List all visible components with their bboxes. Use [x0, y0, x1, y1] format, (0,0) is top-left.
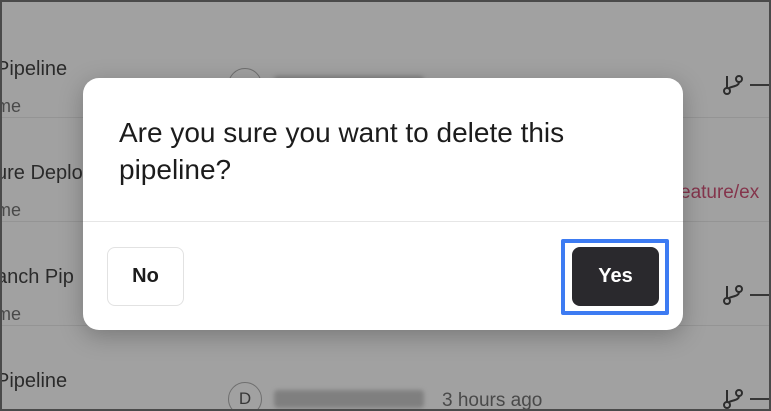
yes-button[interactable]: Yes: [572, 247, 659, 306]
dialog-title: Are you sure you want to delete this pip…: [119, 117, 565, 185]
app-frame: Pipeline me ure Deplo me eature/ex anch …: [0, 0, 771, 411]
no-button[interactable]: No: [107, 247, 184, 306]
delete-pipeline-dialog: Are you sure you want to delete this pip…: [83, 78, 683, 330]
dialog-divider: [83, 221, 683, 222]
